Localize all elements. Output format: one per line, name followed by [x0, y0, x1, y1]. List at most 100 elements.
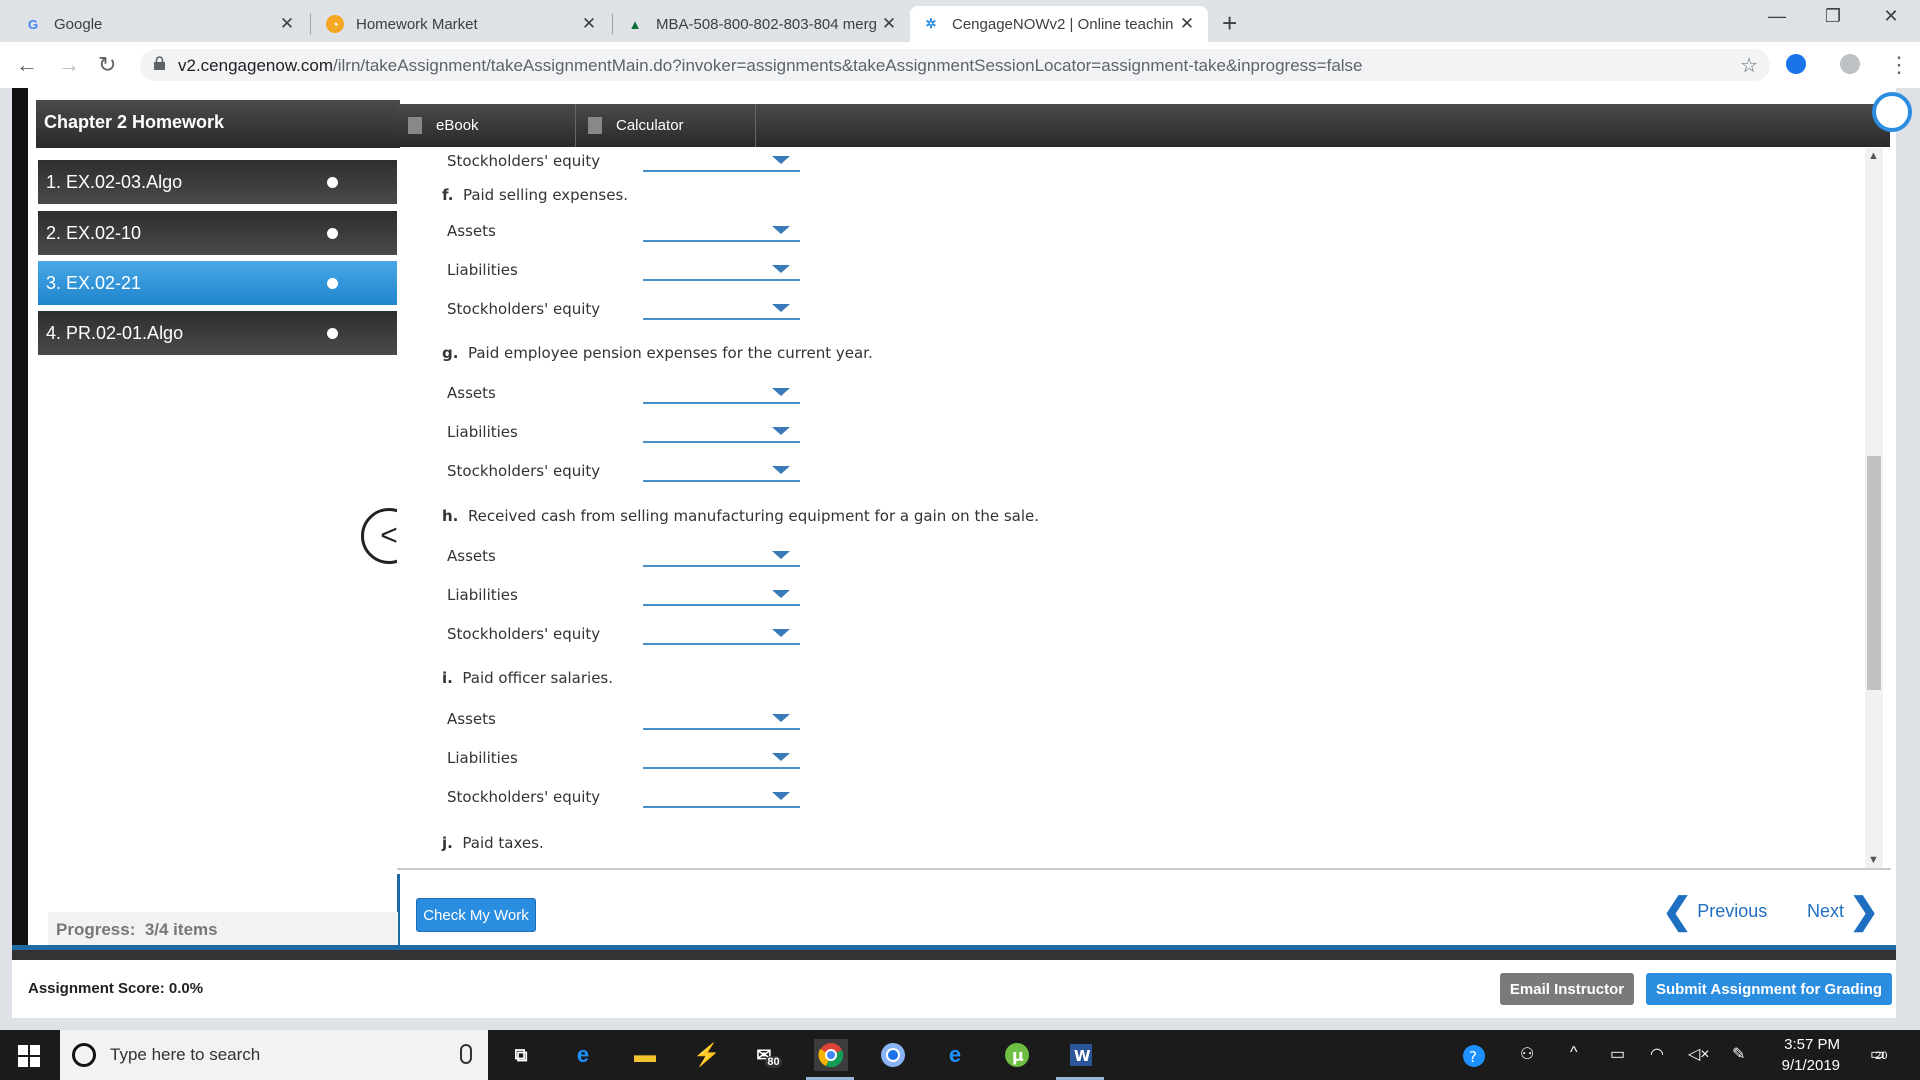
close-tab-icon[interactable]: ✕ [580, 14, 598, 34]
account-label: Stockholders' equity [447, 788, 601, 806]
volume-muted-icon[interactable]: ◁× [1688, 1044, 1710, 1064]
chevron-down-icon [772, 388, 790, 396]
status-dot-icon [327, 278, 338, 289]
sidebar-item-q3[interactable]: 3. EX.02-21 [38, 261, 398, 305]
chapter-title: Chapter 2 Homework [36, 100, 400, 148]
content-scrollbar[interactable]: ▲ ▼ [1865, 148, 1883, 868]
ebook-button[interactable]: eBook [396, 104, 576, 147]
submit-assignment-button[interactable]: Submit Assignment for Grading [1646, 973, 1892, 1005]
tab-mba-course[interactable]: ▲ MBA-508-800-802-803-804 merg ✕ [614, 6, 910, 42]
scroll-up-icon[interactable]: ▲ [1868, 150, 1879, 162]
url-text: v2.cengagenow.com/ilrn/takeAssignment/ta… [178, 56, 1363, 75]
account-label: Liabilities [447, 586, 518, 604]
notification-icon[interactable]: ▭20 [1870, 1044, 1887, 1064]
lock-icon [154, 56, 165, 70]
account-label: Stockholders' equity [447, 462, 601, 480]
profile-avatar-icon[interactable] [1840, 54, 1860, 74]
effect-dropdown[interactable] [643, 257, 800, 281]
url-input[interactable]: v2.cengagenow.com/ilrn/takeAssignment/ta… [140, 49, 1770, 81]
microphone-icon[interactable] [460, 1044, 472, 1064]
sidebar-item-q2[interactable]: 2. EX.02-10 [38, 211, 398, 255]
effect-dropdown[interactable] [643, 621, 800, 645]
cengage-app: Chapter 2 Homework 1. EX.02-03.Algo 2. E… [12, 88, 1912, 1018]
effect-dropdown[interactable] [643, 419, 800, 443]
next-button[interactable]: Next ❯ [1807, 890, 1880, 931]
effect-dropdown[interactable] [643, 784, 800, 808]
check-my-work-button[interactable]: Check My Work [416, 898, 536, 932]
chevron-down-icon [772, 156, 790, 164]
extension-icon[interactable] [1786, 54, 1806, 74]
chrome-alt-icon[interactable] [876, 1039, 910, 1071]
app-bolt-icon[interactable]: ⚡ [690, 1039, 724, 1071]
transaction-text: i. Paid officer salaries. [442, 669, 614, 687]
minimize-icon[interactable]: — [1762, 6, 1792, 27]
task-view-icon[interactable]: ⧉ [504, 1039, 538, 1071]
effect-dropdown[interactable] [643, 582, 800, 606]
wifi-icon[interactable]: ◠ [1650, 1044, 1664, 1064]
close-tab-icon[interactable]: ✕ [1178, 14, 1196, 34]
calculator-button[interactable]: Calculator [576, 104, 756, 147]
pen-icon[interactable]: ✎ [1732, 1044, 1745, 1064]
back-arrow-icon[interactable]: ← [16, 52, 38, 78]
effect-dropdown[interactable] [643, 218, 800, 242]
previous-button[interactable]: ❮ Previous [1662, 893, 1767, 929]
forward-arrow-icon[interactable]: → [58, 52, 80, 78]
edge-icon[interactable]: e [566, 1039, 600, 1071]
menu-kebab-icon[interactable]: ⋮ [1888, 52, 1910, 78]
homework-market-favicon: ◔ [326, 15, 344, 33]
mail-icon[interactable]: ✉ 80 [752, 1039, 786, 1071]
close-tab-icon[interactable]: ✕ [278, 14, 296, 34]
chevron-down-icon [772, 551, 790, 559]
chevron-down-icon [772, 427, 790, 435]
assignment-footer: Assignment Score: 0.0% Email Instructor … [12, 960, 1896, 1018]
chevron-down-icon [772, 226, 790, 234]
tab-cengage[interactable]: ✲ CengageNOWv2 | Online teachin ✕ [910, 6, 1208, 42]
chrome-icon[interactable] [814, 1039, 848, 1071]
tab-homework-market[interactable]: ◔ Homework Market ✕ [314, 6, 610, 42]
battery-icon[interactable]: ▭ [1610, 1044, 1625, 1064]
effect-dropdown[interactable] [643, 706, 800, 730]
chevron-up-icon[interactable]: ^ [1570, 1044, 1578, 1062]
taskbar-search-input[interactable]: Type here to search [60, 1030, 488, 1080]
chevron-down-icon [772, 304, 790, 312]
close-window-icon[interactable]: ✕ [1876, 6, 1906, 27]
new-tab-icon[interactable]: + [1222, 8, 1237, 39]
people-icon[interactable]: ⚇ [1520, 1044, 1534, 1064]
account-label: Assets [447, 710, 496, 728]
tab-google[interactable]: G Google ✕ [12, 6, 308, 42]
svg-text:µ: µ [1012, 1046, 1024, 1065]
bookmark-star-icon[interactable]: ☆ [1740, 53, 1758, 78]
chevron-right-icon: ❯ [1849, 890, 1880, 931]
file-explorer-icon[interactable]: ▬ [628, 1039, 662, 1071]
tools-toolbar: eBook Calculator [396, 104, 1890, 147]
chevron-down-icon [772, 466, 790, 474]
word-icon[interactable]: W [1064, 1039, 1098, 1071]
browser-tab-bar: G Google ✕ ◔ Homework Market ✕ ▲ MBA-508… [0, 0, 1920, 42]
scrollbar-thumb[interactable] [1867, 456, 1881, 690]
effect-dropdown[interactable] [643, 745, 800, 769]
chevron-down-icon [772, 590, 790, 598]
effect-dropdown[interactable] [643, 543, 800, 567]
taskbar-clock[interactable]: 3:57 PM 9/1/2019 [1760, 1034, 1840, 1076]
effect-dropdown[interactable] [643, 458, 800, 482]
scroll-down-icon[interactable]: ▼ [1868, 854, 1879, 866]
transaction-text: f. Paid selling expenses. [442, 186, 629, 204]
reload-icon[interactable]: ↻ [98, 52, 116, 78]
help-icon[interactable]: ? [1462, 1044, 1486, 1073]
google-favicon: G [27, 16, 39, 32]
transaction-text: g. Paid employee pension expenses for th… [442, 344, 873, 362]
effect-dropdown[interactable] [643, 296, 800, 320]
email-instructor-button[interactable]: Email Instructor [1500, 973, 1634, 1005]
restore-icon[interactable]: ❐ [1818, 6, 1848, 27]
effect-dropdown[interactable] [643, 380, 800, 404]
windows-start-icon[interactable] [18, 1045, 40, 1067]
close-tab-icon[interactable]: ✕ [880, 14, 898, 34]
effect-dropdown[interactable] [643, 148, 800, 172]
sidebar-item-q1[interactable]: 1. EX.02-03.Algo [38, 160, 398, 204]
question-content: Stockholders' equity f. Paid selling exp… [397, 148, 1891, 874]
svg-text:?: ? [1469, 1048, 1477, 1066]
sidebar-item-q4[interactable]: 4. PR.02-01.Algo [38, 311, 398, 355]
utorrent-icon[interactable]: µ [1000, 1039, 1034, 1071]
internet-explorer-icon[interactable]: e [938, 1039, 972, 1071]
support-headset-icon[interactable] [1872, 92, 1912, 132]
